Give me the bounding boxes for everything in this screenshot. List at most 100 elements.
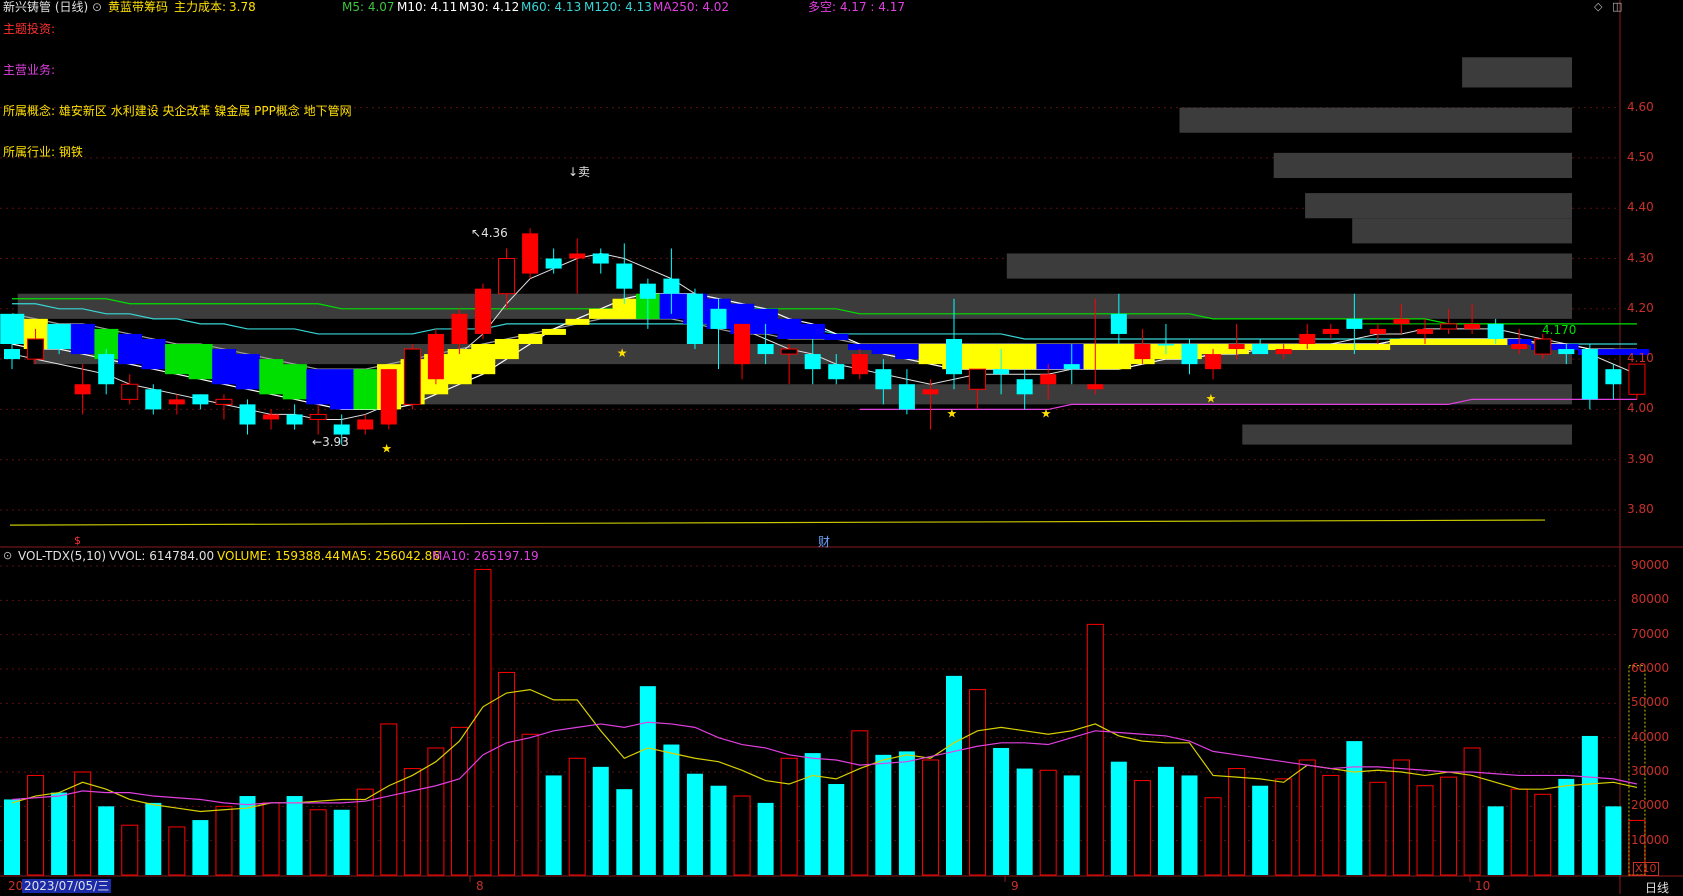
volume-bar — [1463, 747, 1481, 876]
ma30-legend: M30: 4.12 — [459, 0, 520, 14]
ribbon-segment — [494, 338, 519, 360]
price-tick-label: 4.00 — [1627, 401, 1654, 416]
ribbon-segment — [1601, 349, 1626, 356]
window-toggle-icon[interactable]: ◫ — [1612, 0, 1622, 13]
volume-tick-label: 80000 — [1631, 592, 1670, 607]
ribbon-segment — [871, 344, 896, 355]
volume-value: VOLUME: 159388.44 — [217, 549, 340, 563]
ribbon-segment — [918, 344, 943, 365]
main-cost-line — [9, 519, 1546, 526]
volume-bar — [1605, 806, 1622, 875]
candle-body — [1252, 344, 1269, 355]
candle-body — [1581, 349, 1598, 400]
price-tick-label: 4.20 — [1627, 300, 1654, 315]
candle-body — [1181, 344, 1198, 365]
chip-bar — [1006, 253, 1572, 279]
volume-bar — [1110, 761, 1127, 875]
candle-body — [1322, 328, 1339, 334]
volume-bar — [1322, 774, 1340, 876]
star-marker: ★ — [617, 346, 628, 360]
volume-bar — [333, 809, 350, 875]
volume-bar — [74, 771, 92, 876]
star-marker: ★ — [1041, 406, 1052, 420]
volume-bar — [592, 766, 609, 875]
volume-bar — [286, 796, 303, 875]
ribbon-segment — [188, 344, 213, 380]
ma250-legend: MA250: 4.02 — [653, 0, 730, 14]
main-cost-value: 3.78 — [229, 0, 256, 14]
volume-bar — [215, 805, 233, 876]
volume-toggle-icon[interactable]: ⊙ — [3, 549, 12, 562]
ribbon-segment — [1107, 344, 1132, 370]
volume-bar — [921, 759, 939, 876]
indicator-name[interactable]: 黄蓝带筹码 — [108, 0, 168, 14]
grid-layer — [0, 0, 1683, 894]
indicator-toggle-icon[interactable]: ⊙ — [92, 0, 102, 14]
volume-bar — [1228, 768, 1246, 876]
volume-bar — [1133, 780, 1151, 876]
candle-body — [192, 394, 209, 405]
ribbon-segment — [824, 333, 849, 340]
stock-chart[interactable]: ★ ★ ★ ★ ★ — [0, 0, 1683, 894]
high-price-value: 4.36 — [481, 226, 508, 240]
ma120-legend: M120: 4.13 — [584, 0, 652, 14]
ribbon-segment — [235, 354, 260, 390]
candle-body — [639, 283, 656, 299]
candle-body — [1205, 354, 1222, 370]
candle-body — [922, 389, 939, 395]
finance-marker[interactable]: 财 — [818, 533, 830, 550]
candle-body — [309, 413, 327, 420]
period-label[interactable]: 日线 — [1645, 879, 1669, 896]
ribbon-segment — [518, 333, 543, 345]
volume-bar — [545, 775, 562, 875]
volume-bar — [875, 754, 892, 875]
price-tick-label: 4.40 — [1627, 200, 1654, 215]
vvol-value: VVOL: 614784.00 — [109, 549, 215, 563]
dividend-marker[interactable]: $ — [74, 534, 81, 547]
volume-bar — [1487, 806, 1504, 875]
volume-bar — [969, 689, 987, 876]
ribbon-segment — [588, 308, 614, 319]
candle-body — [1228, 344, 1245, 350]
candle-body — [1487, 323, 1504, 339]
volume-bar — [733, 795, 751, 876]
volume-bar — [192, 820, 209, 875]
ribbon-segment — [541, 328, 566, 335]
candle-body — [1346, 318, 1363, 329]
volume-bar — [450, 726, 468, 876]
chart-title[interactable]: 新兴铸管 (日线) — [3, 0, 88, 14]
volume-tick-label: 10000 — [1631, 832, 1670, 847]
candle-body — [1157, 344, 1174, 346]
volume-bar — [262, 802, 280, 876]
candle-body — [592, 253, 609, 264]
volume-bar — [946, 675, 962, 875]
volume-bar — [568, 757, 586, 876]
volume-bar — [1063, 775, 1080, 875]
volume-bar — [1416, 785, 1434, 876]
price-tick-label: 4.60 — [1627, 99, 1654, 114]
duokong-legend: 多空: 4.17 : 4.17 — [808, 0, 905, 14]
ribbon-segment — [1436, 338, 1461, 345]
volume-indicator-name[interactable]: VOL-TDX(5,10) — [18, 549, 106, 563]
star-marker: ★ — [381, 442, 392, 456]
main-business-label: 主营业务: — [3, 63, 56, 77]
ribbon-segment — [259, 359, 284, 395]
industry-value: 钢铁 — [58, 145, 83, 159]
volume-bar — [1392, 759, 1410, 876]
candle-body — [851, 354, 868, 375]
ribbon-segment — [306, 369, 331, 405]
ribbon-segment — [447, 349, 472, 385]
diamond-icon[interactable]: ◇ — [1594, 0, 1602, 13]
volume-bar — [898, 751, 915, 875]
candle-body — [121, 383, 139, 400]
vol-ma10-value: MA10: 265197.19 — [432, 549, 539, 563]
ribbon-segment — [0, 313, 25, 345]
concepts-value: 雄安新区 水利建设 央企改革 镍金属 PPP概念 地下管网 — [58, 104, 352, 118]
concepts-line: 所属概念: 雄安新区 水利建设 央企改革 镍金属 PPP概念 地下管网 — [3, 102, 352, 119]
month-label-10: 10 — [1475, 879, 1491, 893]
volume-tick-label: 30000 — [1631, 764, 1670, 778]
volume-bar — [1181, 775, 1198, 875]
volume-bar — [804, 753, 821, 875]
candle-body — [263, 414, 280, 420]
candle-body — [1605, 369, 1622, 385]
